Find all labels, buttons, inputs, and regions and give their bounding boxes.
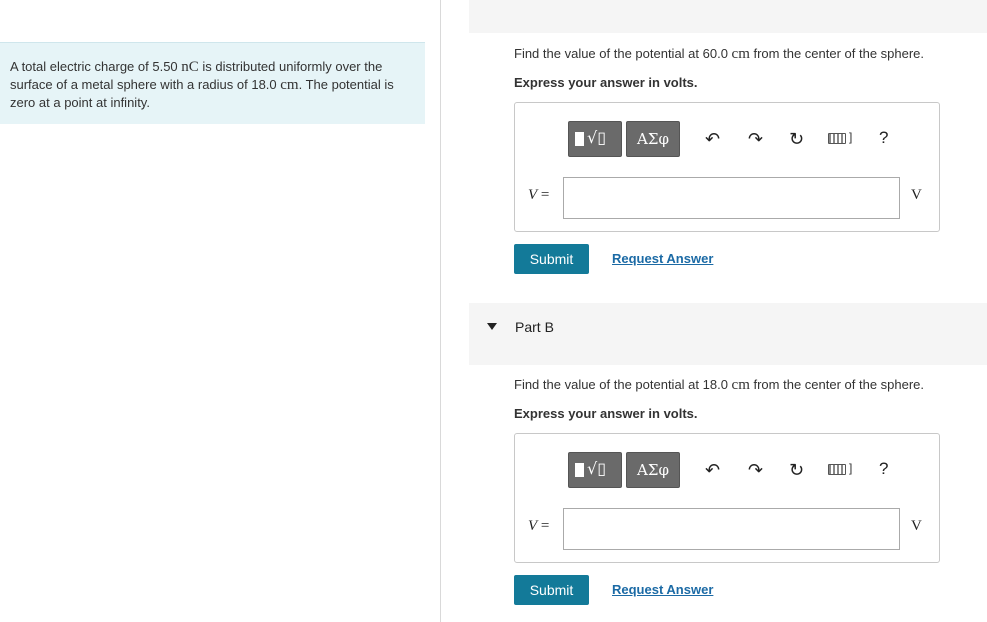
symbols-button[interactable]: ΑΣφ [626, 452, 680, 488]
problem-statement: A total electric charge of 5.50 nC is di… [0, 42, 425, 124]
part-a-question: Find the value of the potential at 60.0 … [514, 46, 925, 62]
square-icon [575, 132, 584, 146]
request-answer-link[interactable]: Request Answer [612, 251, 713, 266]
square-icon [575, 463, 584, 477]
templates-button[interactable]: √▯ [568, 121, 622, 157]
redo-icon[interactable]: ↷ [748, 460, 763, 481]
part-b-answer-box: √▯ ΑΣφ ↶ ↷ ↻ ] ? V = V [514, 433, 940, 563]
help-icon[interactable]: ? [879, 459, 888, 479]
reset-icon[interactable]: ↻ [789, 129, 804, 150]
redo-icon[interactable]: ↷ [748, 129, 763, 150]
part-b-question: Find the value of the potential at 18.0 … [514, 377, 925, 393]
math-toolbar: √▯ ΑΣφ ↶ ↷ ↻ ] ? [568, 452, 898, 488]
unit-label: V [911, 518, 922, 534]
math-toolbar: √▯ ΑΣφ ↶ ↷ ↻ ] ? [568, 121, 898, 157]
variable-label: V = [528, 518, 550, 534]
part-b-header[interactable]: Part B [469, 303, 987, 365]
part-a-answer-box: √▯ ΑΣφ ↶ ↷ ↻ ] ? V = V [514, 102, 940, 232]
variable-label: V = [528, 187, 550, 203]
problem-text: A total electric charge of 5.50 [10, 59, 182, 74]
part-a-express: Express your answer in volts. [514, 75, 698, 90]
keyboard-shortcut-icon: ] [849, 461, 853, 475]
radius-unit: cm [280, 77, 299, 93]
submit-button[interactable]: Submit [514, 575, 589, 605]
radical-icon: √▯ [587, 459, 606, 478]
keyboard-icon[interactable] [828, 133, 846, 144]
keyboard-icon[interactable] [828, 464, 846, 475]
part-title: Part B [515, 319, 554, 335]
help-icon[interactable]: ? [879, 128, 888, 148]
caret-down-icon[interactable] [487, 323, 497, 330]
request-answer-link[interactable]: Request Answer [612, 582, 713, 597]
submit-button[interactable]: Submit [514, 244, 589, 274]
radical-icon: √▯ [587, 128, 606, 147]
part-a-header[interactable] [469, 0, 987, 33]
undo-icon[interactable]: ↶ [705, 129, 720, 150]
reset-icon[interactable]: ↻ [789, 460, 804, 481]
symbols-button[interactable]: ΑΣφ [626, 121, 680, 157]
keyboard-shortcut-icon: ] [849, 130, 853, 144]
answer-input[interactable] [563, 508, 900, 550]
unit-label: V [911, 187, 922, 203]
part-b-express: Express your answer in volts. [514, 406, 698, 421]
column-divider [440, 0, 441, 622]
charge-unit: nC [181, 59, 199, 75]
answer-input[interactable] [563, 177, 900, 219]
templates-button[interactable]: √▯ [568, 452, 622, 488]
undo-icon[interactable]: ↶ [705, 460, 720, 481]
